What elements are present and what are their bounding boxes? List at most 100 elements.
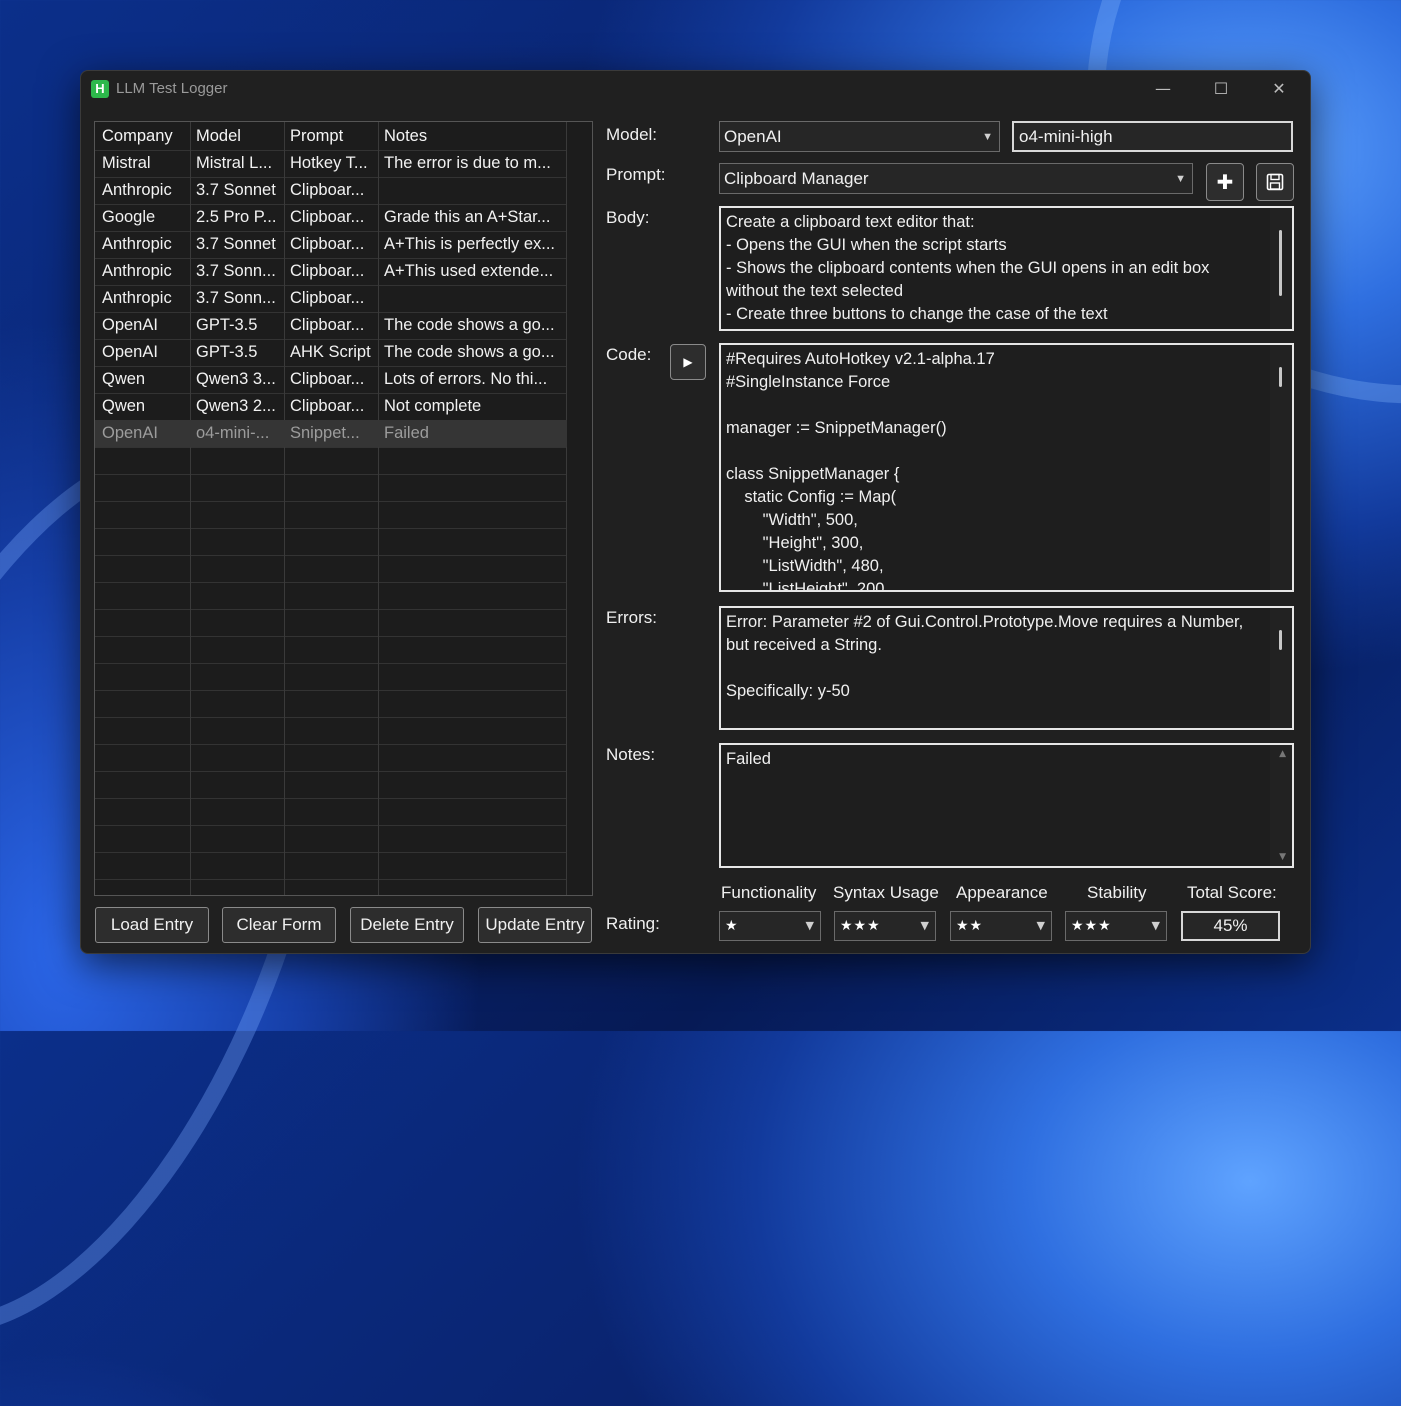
table-row-selected[interactable]: OpenAI o4-mini-... Snippet... Failed xyxy=(95,420,567,447)
cell-notes: A+This is perfectly ex... xyxy=(384,235,556,253)
maximize-button[interactable]: ☐ xyxy=(1192,71,1250,107)
cell-company: Qwen xyxy=(102,397,146,415)
cell-model: Qwen3 3... xyxy=(196,370,276,388)
cell-prompt: Clipboar... xyxy=(290,208,365,226)
delete-entry-button[interactable]: Delete Entry xyxy=(350,907,464,943)
grid-line xyxy=(95,582,567,583)
syntax-rating-dropdown[interactable]: ★★★ ▼ xyxy=(834,911,936,941)
body-textarea[interactable]: Create a clipboard text editor that: - O… xyxy=(719,206,1294,331)
cell-company: Google xyxy=(102,208,156,226)
cell-model: GPT-3.5 xyxy=(196,343,258,361)
prompt-dropdown[interactable]: Clipboard Manager ▼ xyxy=(719,163,1193,194)
grid-line xyxy=(95,690,567,691)
table-row[interactable]: OpenAI GPT-3.5 AHK Script The code shows a … xyxy=(95,339,567,366)
cell-notes: The code shows a go... xyxy=(384,343,555,361)
cell-notes xyxy=(384,177,564,204)
column-header-notes[interactable]: Notes xyxy=(384,123,564,150)
functionality-rating-dropdown[interactable]: ★ ▼ xyxy=(719,911,821,941)
grid-line xyxy=(95,798,567,799)
cell-company: Anthropic xyxy=(102,289,172,307)
notes-text: Failed xyxy=(726,750,771,768)
total-score-field: 45% xyxy=(1181,911,1280,941)
table-row[interactable]: Anthropic 3.7 Sonn... Clipboar... A+This us… xyxy=(95,258,567,285)
syntax-rating-value: ★★★ xyxy=(840,918,881,934)
update-entry-button[interactable]: Update Entry xyxy=(478,907,592,943)
chevron-down-icon: ▼ xyxy=(1036,919,1045,932)
grid-scrollbar[interactable] xyxy=(566,122,592,895)
grid-line xyxy=(95,528,567,529)
table-row[interactable]: OpenAI GPT-3.5 Clipboar... The code shows a… xyxy=(95,312,567,339)
cell-model: 3.7 Sonnet xyxy=(196,181,276,199)
cell-prompt: AHK Script xyxy=(290,343,371,361)
run-code-button[interactable]: ▶ xyxy=(670,344,706,380)
company-dropdown[interactable]: OpenAI ▼ xyxy=(719,121,1000,152)
cell-prompt: Clipboar... xyxy=(290,235,365,253)
load-entry-button[interactable]: Load Entry xyxy=(95,907,209,943)
functionality-rating-value: ★ xyxy=(725,918,739,934)
grid-line xyxy=(95,717,567,718)
chevron-down-icon: ▼ xyxy=(1175,173,1186,185)
errors-textarea[interactable]: Error: Parameter #2 of Gui.Control.Proto… xyxy=(719,606,1294,730)
scroll-up-icon[interactable]: ▲ xyxy=(1279,749,1286,759)
notes-scrollbar[interactable]: ▲ ▼ xyxy=(1270,745,1292,866)
cell-prompt: Clipboar... xyxy=(290,181,365,199)
total-score-value: 45% xyxy=(1213,916,1248,935)
chevron-down-icon: ▼ xyxy=(805,919,814,932)
model-name-input[interactable]: o4-mini-high xyxy=(1012,121,1293,152)
save-prompt-button[interactable] xyxy=(1256,163,1294,201)
column-header-model[interactable]: Model xyxy=(196,123,282,150)
cell-company: OpenAI xyxy=(102,343,158,361)
minimize-button[interactable]: — xyxy=(1134,71,1192,107)
code-textarea[interactable]: #Requires AutoHotkey v2.1-alpha.17 #Sing… xyxy=(719,343,1294,592)
table-row[interactable]: Anthropic 3.7 Sonn... Clipboar... xyxy=(95,285,567,312)
table-row[interactable]: Anthropic 3.7 Sonnet Clipboar... A+This is … xyxy=(95,231,567,258)
column-header-company[interactable]: Company xyxy=(102,123,188,150)
cell-model: 2.5 Pro P... xyxy=(196,208,277,226)
cell-notes: The error is due to m... xyxy=(384,154,551,172)
cell-notes: Lots of errors. No thi... xyxy=(384,370,548,388)
add-prompt-button[interactable]: ✚ xyxy=(1206,163,1244,201)
cell-company: Anthropic xyxy=(102,235,172,253)
grid-line xyxy=(95,744,567,745)
notes-textarea[interactable]: Failed ▲ ▼ xyxy=(719,743,1294,868)
grid-line xyxy=(95,852,567,853)
code-label: Code: xyxy=(606,345,652,364)
table-row[interactable]: Qwen Qwen3 3... Clipboar... Lots of errors.… xyxy=(95,366,567,393)
cell-model: Qwen3 2... xyxy=(196,397,276,415)
errors-scrollbar[interactable] xyxy=(1270,608,1292,728)
notes-label: Notes: xyxy=(606,745,656,764)
grid-line xyxy=(95,663,567,664)
cell-company: OpenAI xyxy=(102,424,158,442)
table-row[interactable]: Google 2.5 Pro P... Clipboar... Grade this … xyxy=(95,204,567,231)
code-scrollbar[interactable] xyxy=(1270,345,1292,590)
cell-company: Qwen xyxy=(102,370,146,388)
cell-company: OpenAI xyxy=(102,316,158,334)
table-row[interactable]: Anthropic 3.7 Sonnet Clipboar... xyxy=(95,177,567,204)
app-window: H LLM Test Logger — ☐ ✕ Company Model Pr… xyxy=(80,70,1311,954)
table-row[interactable]: Mistral Mistral L... Hotkey T... The error … xyxy=(95,150,567,177)
body-scrollbar[interactable] xyxy=(1270,208,1292,329)
cell-prompt: Clipboar... xyxy=(290,370,365,388)
grid-line xyxy=(95,609,567,610)
grid-line xyxy=(95,825,567,826)
functionality-header: Functionality xyxy=(721,883,817,902)
column-header-prompt[interactable]: Prompt xyxy=(290,123,376,150)
body-text: Create a clipboard text editor that: - O… xyxy=(726,213,1210,323)
grid-line xyxy=(95,474,567,475)
table-row[interactable]: Qwen Qwen3 2... Clipboar... Not complete xyxy=(95,393,567,420)
stability-header: Stability xyxy=(1087,883,1147,902)
cell-model: 3.7 Sonn... xyxy=(196,262,276,280)
grid-line xyxy=(95,447,567,448)
stability-rating-dropdown[interactable]: ★★★ ▼ xyxy=(1065,911,1167,941)
appearance-rating-dropdown[interactable]: ★★ ▼ xyxy=(950,911,1052,941)
model-name-value: o4-mini-high xyxy=(1019,127,1113,146)
grid-line xyxy=(95,555,567,556)
clear-form-button[interactable]: Clear Form xyxy=(222,907,336,943)
errors-text: Error: Parameter #2 of Gui.Control.Proto… xyxy=(726,613,1244,700)
scroll-down-icon[interactable]: ▼ xyxy=(1279,852,1286,862)
appearance-rating-value: ★★ xyxy=(956,918,984,934)
chevron-down-icon: ▼ xyxy=(1151,919,1160,932)
close-button[interactable]: ✕ xyxy=(1250,71,1308,107)
entries-grid[interactable]: Company Model Prompt Notes Mistral Mistra… xyxy=(94,121,593,896)
chevron-down-icon: ▼ xyxy=(982,131,993,143)
